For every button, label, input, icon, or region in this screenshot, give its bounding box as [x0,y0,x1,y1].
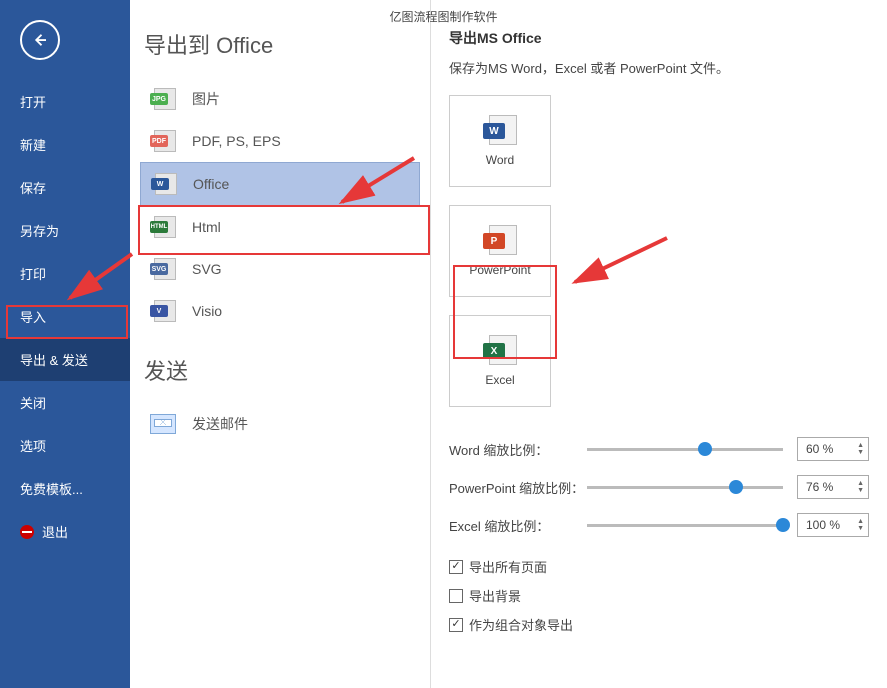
slider-value: 60 % [806,442,833,456]
slider-label: Word 缩放比例： [449,440,587,459]
slider-word: Word 缩放比例： 60 % ▲▼ [449,437,869,461]
sidebar-item-saveas[interactable]: 另存为 [0,209,130,252]
mail-icon [150,414,176,434]
sidebar-label: 选项 [20,439,46,454]
format-list: JPG 图片 PDF PDF, PS, EPS W Office HTML Ht… [140,78,420,332]
tile-list: W Word P PowerPoint X Excel [449,95,869,407]
sidebar-label: 退出 [42,522,68,541]
format-item-image[interactable]: JPG 图片 [140,78,420,120]
sidebar-label: 导出 & 发送 [20,353,88,368]
send-list: 发送邮件 [140,404,420,444]
slider-label: Excel 缩放比例： [449,516,587,535]
word-icon: W [483,115,517,145]
arrow-left-icon [31,31,49,49]
no-entry-icon [20,525,34,539]
format-label: SVG [192,261,222,277]
slider-track[interactable] [587,486,783,489]
visio-icon: V [150,300,176,322]
scale-sliders: Word 缩放比例： 60 % ▲▼ PowerPoint 缩放比例： 76 % ▲… [449,437,869,551]
spin-arrows-icon[interactable]: ▲▼ [857,480,864,494]
sidebar-item-options[interactable]: 选项 [0,424,130,467]
slider-powerpoint: PowerPoint 缩放比例： 76 % ▲▼ [449,475,869,499]
backstage-sidebar: 打开 新建 保存 另存为 打印 导入 导出 & 发送 关闭 选项 免费模板...… [0,0,130,688]
right-description: 保存为MS Word，Excel 或者 PowerPoint 文件。 [449,58,869,77]
sidebar-item-print[interactable]: 打印 [0,252,130,295]
sidebar-label: 免费模板... [20,482,83,497]
check-export-background[interactable]: 导出背景 [449,586,869,605]
check-export-all-pages[interactable]: ✓ 导出所有页面 [449,557,869,576]
send-heading: 发送 [140,354,420,386]
check-label: 导出背景 [469,586,521,605]
sidebar-item-open[interactable]: 打开 [0,80,130,123]
checkbox-icon: ✓ [449,618,463,632]
slider-spinbox[interactable]: 76 % ▲▼ [797,475,869,499]
excel-icon: X [483,335,517,365]
sidebar-item-save[interactable]: 保存 [0,166,130,209]
back-button[interactable] [20,20,60,60]
format-label: PDF, PS, EPS [192,133,281,149]
check-export-as-group[interactable]: ✓ 作为组合对象导出 [449,615,869,634]
slider-thumb[interactable] [729,480,743,494]
sidebar-label: 新建 [20,138,46,153]
send-item-email[interactable]: 发送邮件 [140,404,420,444]
export-heading: 导出到 Office [140,28,420,60]
format-item-office[interactable]: W Office [140,162,420,206]
sidebar-label: 保存 [20,181,46,196]
office-icon: W [151,173,177,195]
sidebar-item-exit[interactable]: 退出 [0,510,130,553]
pdf-icon: PDF [150,130,176,152]
slider-label: PowerPoint 缩放比例： [449,478,587,497]
export-right-panel: 导出MS Office 保存为MS Word，Excel 或者 PowerPoi… [430,0,887,688]
sidebar-label: 导入 [20,310,46,325]
slider-thumb[interactable] [698,442,712,456]
tile-label: Excel [485,373,514,387]
slider-excel: Excel 缩放比例： 100 % ▲▼ [449,513,869,537]
spin-arrows-icon[interactable]: ▲▼ [857,442,864,456]
svg-icon: SVG [150,258,176,280]
tile-word[interactable]: W Word [449,95,551,187]
tile-excel[interactable]: X Excel [449,315,551,407]
slider-track[interactable] [587,524,783,527]
format-label: Html [192,219,221,235]
format-item-svg[interactable]: SVG SVG [140,248,420,290]
check-label: 作为组合对象导出 [469,615,573,634]
tile-powerpoint[interactable]: P PowerPoint [449,205,551,297]
slider-thumb[interactable] [776,518,790,532]
format-item-visio[interactable]: V Visio [140,290,420,332]
slider-value: 100 % [806,518,840,532]
sidebar-item-close[interactable]: 关闭 [0,381,130,424]
html-icon: HTML [150,216,176,238]
slider-value: 76 % [806,480,833,494]
checkbox-icon [449,589,463,603]
sidebar-label: 打印 [20,267,46,282]
export-middle-panel: 导出到 Office JPG 图片 PDF PDF, PS, EPS W Off… [130,0,430,688]
sidebar-label: 关闭 [20,396,46,411]
format-item-pdf[interactable]: PDF PDF, PS, EPS [140,120,420,162]
sidebar-label: 另存为 [20,224,59,239]
app-root: 打开 新建 保存 另存为 打印 导入 导出 & 发送 关闭 选项 免费模板...… [0,0,887,688]
format-item-html[interactable]: HTML Html [140,206,420,248]
app-title: 亿图流程图制作软件 [0,8,887,25]
sidebar-item-import[interactable]: 导入 [0,295,130,338]
powerpoint-icon: P [483,225,517,255]
send-label: 发送邮件 [192,414,248,434]
spin-arrows-icon[interactable]: ▲▼ [857,518,864,532]
slider-spinbox[interactable]: 60 % ▲▼ [797,437,869,461]
sidebar-item-new[interactable]: 新建 [0,123,130,166]
format-label: Office [193,176,229,192]
check-label: 导出所有页面 [469,557,547,576]
check-options: ✓ 导出所有页面 导出背景 ✓ 作为组合对象导出 [449,557,869,644]
slider-spinbox[interactable]: 100 % ▲▼ [797,513,869,537]
tile-label: PowerPoint [469,263,530,277]
tile-label: Word [486,153,514,167]
sidebar-label: 打开 [20,95,46,110]
sidebar-item-export-send[interactable]: 导出 & 发送 [0,338,130,381]
format-label: Visio [192,303,222,319]
jpg-icon: JPG [150,88,176,110]
format-label: 图片 [192,89,220,109]
sidebar-item-templates[interactable]: 免费模板... [0,467,130,510]
slider-track[interactable] [587,448,783,451]
checkbox-icon: ✓ [449,560,463,574]
right-heading: 导出MS Office [449,28,869,48]
